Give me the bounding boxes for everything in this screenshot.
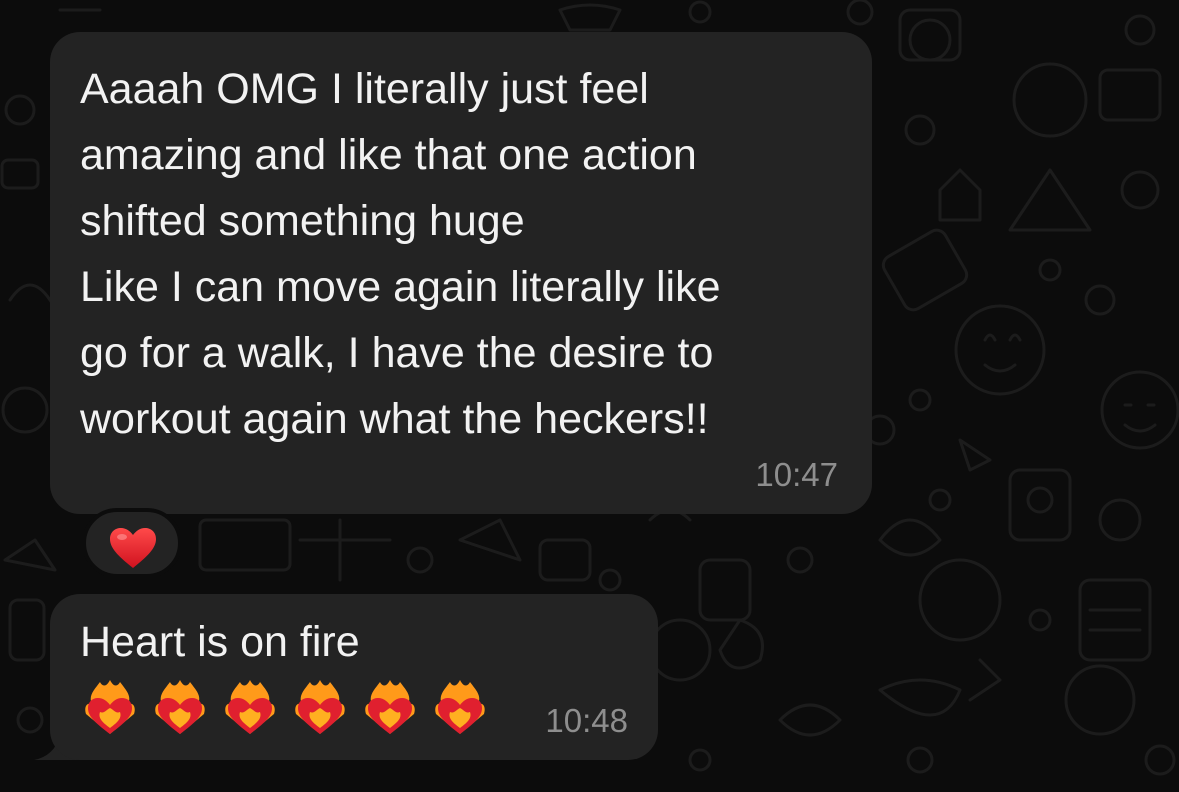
red-heart-icon — [110, 528, 156, 568]
message-line: amazing and like that one action — [80, 131, 697, 179]
heart-on-fire-icon — [435, 680, 485, 734]
message-timestamp: 10:48 — [545, 702, 628, 739]
message-line: shifted something huge — [80, 197, 525, 245]
chat-view: Aaaah OMG I literally just feel amazing … — [0, 0, 1179, 792]
heart-on-fire-icon — [85, 680, 135, 734]
message-bubble[interactable]: Aaaah OMG I literally just feel amazing … — [50, 32, 872, 514]
reaction-badge[interactable] — [82, 508, 182, 578]
message-timestamp: 10:47 — [755, 456, 838, 493]
message-line: Aaaah OMG I literally just feel — [80, 65, 649, 113]
emoji-row — [82, 678, 488, 738]
message-text: Aaaah OMG I literally just feel amazing … — [80, 56, 860, 452]
message-line: workout again what the heckers!! — [80, 395, 709, 443]
message-line: Like I can move again literally like — [80, 263, 721, 311]
heart-on-fire-icon — [155, 680, 205, 734]
heart-on-fire-icon — [225, 680, 275, 734]
heart-on-fire-icon — [295, 680, 345, 734]
message-text: Heart is on fire — [80, 618, 360, 666]
message-bubble[interactable]: Heart is on fire 10:48 — [50, 594, 658, 760]
heart-on-fire-icon — [365, 680, 415, 734]
message-line: go for a walk, I have the desire to — [80, 329, 714, 377]
